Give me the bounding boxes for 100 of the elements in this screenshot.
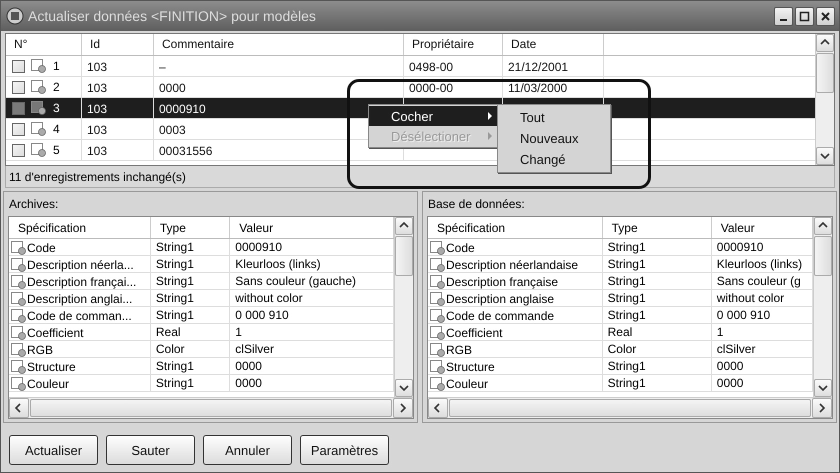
- table-cell: Couleur: [446, 376, 488, 390]
- table-cell: Structure: [27, 360, 76, 374]
- checkbox[interactable]: [12, 60, 25, 72]
- status-text: 11 d'enregistrements inchangé(s): [9, 170, 186, 184]
- column-header[interactable]: N°: [6, 34, 82, 55]
- column-header[interactable]: Propriétaire: [404, 34, 503, 55]
- table-cell: String1: [150, 239, 230, 255]
- table-cell: 103: [82, 98, 154, 118]
- record-icon: [430, 258, 446, 272]
- table-cell: Color: [150, 341, 230, 357]
- column-header[interactable]: Type: [150, 217, 230, 238]
- table-cell: Description néerla...: [27, 258, 134, 272]
- scroll-thumb[interactable]: [814, 236, 832, 276]
- column-header[interactable]: Id: [82, 34, 154, 55]
- table-cell: 11/03/2000: [503, 77, 604, 97]
- scroll-down-button[interactable]: [395, 379, 413, 397]
- table-cell: String1: [150, 307, 230, 323]
- scroll-left-button[interactable]: [428, 398, 448, 418]
- scroll-up-button[interactable]: [395, 217, 413, 235]
- record-icon: [31, 80, 47, 94]
- record-icon: [430, 326, 446, 340]
- table-cell: RGB: [27, 342, 54, 356]
- table-cell: 103: [82, 56, 154, 76]
- scroll-thumb[interactable]: [816, 53, 834, 93]
- checkbox[interactable]: [12, 122, 25, 136]
- scroll-up-button[interactable]: [814, 217, 832, 235]
- column-header[interactable]: Commentaire: [154, 34, 404, 55]
- table-cell: Description néerlandaise: [446, 258, 578, 272]
- menu-item[interactable]: Cocher: [369, 106, 498, 126]
- table-row[interactable]: 1 103 – 0498-00 21/12/2001: [6, 56, 815, 77]
- action-button[interactable]: Sauter: [106, 435, 195, 465]
- table-cell: Structure: [446, 360, 495, 374]
- panel-title: Base de données:: [427, 196, 526, 213]
- column-header[interactable]: Type: [602, 217, 712, 238]
- table-cell: Coefficient: [27, 326, 84, 340]
- action-button[interactable]: Paramètres: [300, 435, 389, 465]
- action-button[interactable]: Annuler: [203, 435, 292, 465]
- scroll-up-button[interactable]: [816, 34, 834, 52]
- record-icon: [430, 308, 446, 322]
- table-cell: 0000-00: [404, 77, 503, 97]
- table-cell: 1: [53, 59, 60, 73]
- record-icon: [11, 292, 27, 306]
- vertical-scrollbar[interactable]: [815, 34, 834, 165]
- record-icon: [11, 240, 27, 254]
- minimize-button[interactable]: [774, 6, 793, 26]
- maximize-icon: [798, 10, 811, 22]
- table-cell: RGB: [446, 342, 472, 356]
- table-cell: 103: [82, 77, 154, 97]
- table-cell: String1: [602, 375, 712, 391]
- column-header[interactable]: Spécification: [428, 217, 603, 238]
- table-cell: String1: [150, 256, 230, 272]
- scroll-down-button[interactable]: [814, 379, 832, 397]
- table-cell: String1: [602, 256, 712, 272]
- scroll-thumb[interactable]: [395, 236, 413, 276]
- horizontal-scrollbar[interactable]: [428, 397, 832, 418]
- horizontal-scrollbar[interactable]: [9, 397, 413, 418]
- window-title: Actualiser données <FINITION> pour modèles: [28, 8, 317, 24]
- table-cell: Description anglai...: [27, 292, 132, 306]
- table-cell: Code: [446, 240, 475, 254]
- scroll-thumb[interactable]: [449, 399, 811, 417]
- scroll-right-button[interactable]: [393, 398, 413, 418]
- table-cell: 5: [53, 143, 60, 157]
- table-cell: String1: [602, 239, 712, 255]
- checkbox[interactable]: [12, 80, 25, 94]
- table-cell: String1: [602, 273, 712, 289]
- table-cell: String1: [150, 358, 230, 374]
- table-cell: 4: [53, 122, 60, 136]
- menu-item[interactable]: Tout: [498, 107, 610, 128]
- vertical-scrollbar[interactable]: [394, 217, 413, 397]
- record-icon: [430, 274, 446, 288]
- close-button[interactable]: [816, 6, 835, 26]
- record-icon: [31, 143, 47, 157]
- app-icon: [6, 7, 24, 25]
- table-cell: Code: [27, 240, 56, 254]
- table-cell: String1: [602, 358, 712, 374]
- table-cell: 103: [82, 119, 154, 139]
- table-cell: String1: [602, 307, 712, 323]
- scroll-down-button[interactable]: [816, 147, 834, 165]
- scroll-left-button[interactable]: [9, 398, 29, 418]
- record-icon: [430, 292, 446, 306]
- column-header[interactable]: Spécification: [9, 217, 151, 238]
- table-cell: 0000: [154, 77, 404, 97]
- table-cell: 3: [53, 101, 60, 115]
- scroll-thumb[interactable]: [30, 399, 392, 417]
- action-button[interactable]: Actualiser: [9, 435, 98, 465]
- close-icon: [819, 10, 832, 22]
- checkbox[interactable]: [12, 102, 25, 114]
- record-icon: [430, 240, 446, 254]
- table-cell: String1: [150, 375, 230, 391]
- record-icon: [11, 342, 27, 356]
- table-cell: Description française: [446, 274, 558, 288]
- table-cell: String1: [150, 290, 230, 306]
- record-icon: [11, 376, 27, 390]
- vertical-scrollbar[interactable]: [813, 217, 832, 397]
- checkbox[interactable]: [12, 144, 25, 156]
- maximize-button[interactable]: [795, 6, 814, 26]
- minimize-icon: [780, 19, 787, 21]
- scroll-right-button[interactable]: [812, 398, 832, 418]
- column-header[interactable]: Date: [503, 34, 604, 55]
- table-cell: –: [154, 56, 404, 76]
